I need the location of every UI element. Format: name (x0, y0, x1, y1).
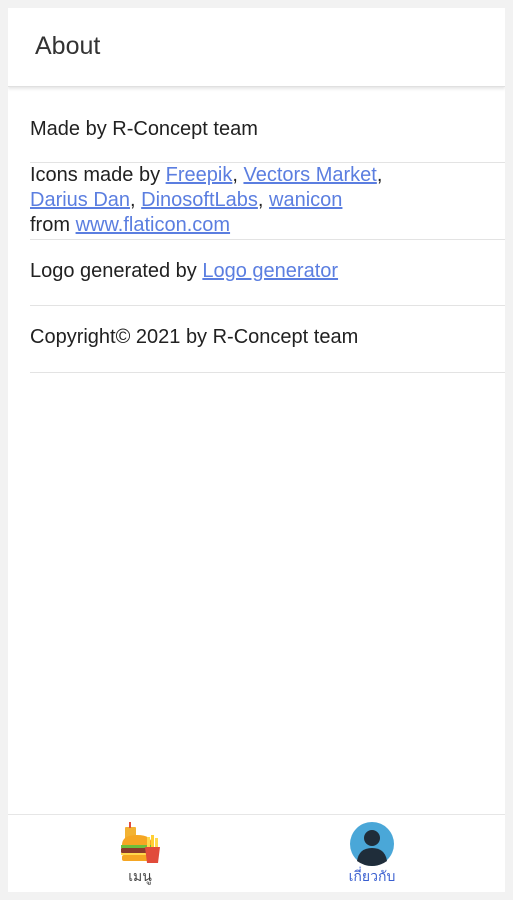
link-vectors-market[interactable]: Vectors Market (243, 164, 376, 186)
user-avatar-icon (350, 822, 394, 866)
copyright-row: Copyright© 2021 by R-Concept team (30, 306, 505, 373)
copyright-text: Copyright© 2021 by R-Concept team (30, 326, 359, 348)
nav-label-menu: เมนู (128, 868, 152, 884)
credit-row-icons: Icons made by Freepik, Vectors Market, Da… (30, 163, 505, 240)
credit-row-made-by: Made by R-Concept team (30, 88, 505, 163)
from-text: from (30, 214, 76, 236)
link-logo-generator[interactable]: Logo generator (202, 260, 338, 282)
food-menu-icon (121, 822, 160, 863)
page-title: About (35, 32, 101, 60)
link-dinosoftlabs[interactable]: DinosoftLabs (141, 189, 258, 211)
link-wanicon[interactable]: wanicon (269, 189, 342, 211)
icons-prefix-text: Icons made by (30, 164, 166, 186)
nav-item-menu[interactable]: เมนู (80, 821, 200, 885)
made-by-text: Made by R-Concept team (30, 118, 258, 140)
nav-item-about[interactable]: เกี่ยวกับ (312, 821, 432, 885)
link-darius-dan[interactable]: Darius Dan (30, 189, 130, 211)
nav-label-about: เกี่ยวกับ (348, 868, 396, 884)
about-content: Made by R-Concept team Icons made by Fre… (30, 88, 505, 373)
credit-row-logo: Logo generated by Logo generator (30, 240, 505, 306)
app-frame: About Made by R-Concept team Icons made … (8, 8, 505, 892)
link-flaticon[interactable]: www.flaticon.com (76, 214, 231, 236)
bottom-navigation: เมนู เกี่ยวกับ (8, 814, 505, 892)
app-header: About (8, 8, 505, 87)
logo-prefix-text: Logo generated by (30, 260, 203, 282)
link-freepik[interactable]: Freepik (166, 164, 233, 186)
